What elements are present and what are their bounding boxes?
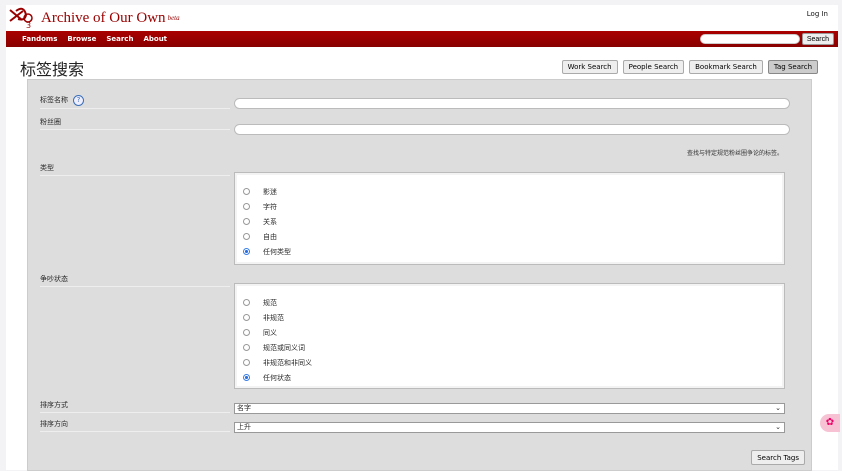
status-option-label: 任何状态 <box>263 373 291 382</box>
status-option[interactable]: 任何状态 <box>235 370 784 385</box>
radio-button[interactable] <box>243 203 250 210</box>
radio-button[interactable] <box>243 329 250 336</box>
nav-about[interactable]: About <box>143 35 167 43</box>
status-option-label: 规范或同义词 <box>263 343 305 352</box>
tag-name-label: 标签名称? <box>40 95 230 109</box>
type-option[interactable]: 关系 <box>235 214 784 229</box>
page: 3 Archive of Our Own beta Log In Fandoms … <box>6 5 838 471</box>
radio-button[interactable] <box>243 374 250 381</box>
type-option[interactable]: 自由 <box>235 229 784 244</box>
site-logo[interactable]: 3 Archive of Our Own beta <box>8 7 180 29</box>
sort-direction-label: 排序方向 <box>40 419 230 432</box>
nav-fandoms[interactable]: Fandoms <box>22 35 57 43</box>
floating-assistant-icon[interactable]: ✿ <box>820 414 840 432</box>
fandom-label: 粉丝圈 <box>40 117 230 130</box>
radio-button[interactable] <box>243 299 250 306</box>
radio-button[interactable] <box>243 248 250 255</box>
tab-work-search[interactable]: Work Search <box>561 60 618 74</box>
status-radio-group: 规范非规范同义规范或同义词 非规范和非同义 任何状态 <box>234 283 785 389</box>
sort-direction-value: 上升 <box>237 423 251 431</box>
tab-tag-search[interactable]: Tag Search <box>767 60 818 74</box>
tab-people-search[interactable]: People Search <box>622 60 685 74</box>
page-title: 标签搜索 <box>20 60 85 79</box>
status-option[interactable]: 规范或同义词 <box>235 340 784 355</box>
status-option-label: 非规范和非同义 <box>263 358 312 367</box>
site-search-input[interactable] <box>700 34 800 44</box>
chevron-down-icon: ⌄ <box>775 404 781 412</box>
type-option-label: 关系 <box>263 217 277 226</box>
status-option-label: 规范 <box>263 298 277 307</box>
help-icon[interactable]: ? <box>73 95 84 106</box>
nav-browse[interactable]: Browse <box>67 35 96 43</box>
radio-button[interactable] <box>243 344 250 351</box>
type-option-label: 自由 <box>263 232 277 241</box>
main-nav: Fandoms Browse Search About Search <box>6 31 838 47</box>
type-option-label: 影迷 <box>263 187 277 196</box>
sort-by-select[interactable]: 名字 ⌄ <box>234 403 785 414</box>
sort-by-value: 名字 <box>237 404 251 412</box>
type-option-label: 任何类型 <box>263 247 291 256</box>
tag-name-label-text: 标签名称 <box>40 96 68 104</box>
type-label: 类型 <box>40 163 230 176</box>
type-option-label: 字符 <box>263 202 277 211</box>
type-option[interactable]: 影迷 <box>235 184 784 199</box>
status-option[interactable]: 非规范 <box>235 310 784 325</box>
status-option[interactable]: 同义 <box>235 325 784 340</box>
type-option[interactable]: 任何类型 <box>235 244 784 259</box>
fandom-hint: 查找与特定规范粉丝圈争论的标签。 <box>686 150 783 157</box>
search-tags-button[interactable]: Search Tags <box>751 450 805 465</box>
tab-bookmark-search[interactable]: Bookmark Search <box>689 60 763 74</box>
login-link[interactable]: Log In <box>807 10 828 18</box>
sort-direction-select[interactable]: 上升 ⌄ <box>234 422 785 433</box>
fandom-input[interactable] <box>234 124 790 135</box>
svg-text:3: 3 <box>26 21 31 29</box>
beta-label: beta <box>167 14 180 22</box>
radio-button[interactable] <box>243 359 250 366</box>
radio-button[interactable] <box>243 314 250 321</box>
site-name: Archive of Our Own <box>41 9 166 26</box>
sort-by-label: 排序方式 <box>40 400 230 413</box>
ao3-logo-icon: 3 <box>9 7 33 29</box>
status-option[interactable]: 规范 <box>235 295 784 310</box>
status-label: 争吵状态 <box>40 274 230 287</box>
tag-name-input[interactable] <box>234 98 790 109</box>
site-search-button[interactable]: Search <box>801 33 834 45</box>
radio-button[interactable] <box>243 188 250 195</box>
radio-button[interactable] <box>243 233 250 240</box>
type-option[interactable]: 字符 <box>235 199 784 214</box>
status-option-label: 非规范 <box>263 313 284 322</box>
radio-button[interactable] <box>243 218 250 225</box>
chevron-down-icon: ⌄ <box>775 423 781 431</box>
status-option-label: 同义 <box>263 328 277 337</box>
type-radio-group: 影迷字符关系自由任何类型 <box>234 172 785 265</box>
status-option[interactable]: 非规范和非同义 <box>235 355 784 370</box>
nav-search[interactable]: Search <box>106 35 133 43</box>
tag-search-form: 标签名称? 粉丝圈 查找与特定规范粉丝圈争论的标签。 类型 影迷字符关系自由任何… <box>27 79 812 471</box>
